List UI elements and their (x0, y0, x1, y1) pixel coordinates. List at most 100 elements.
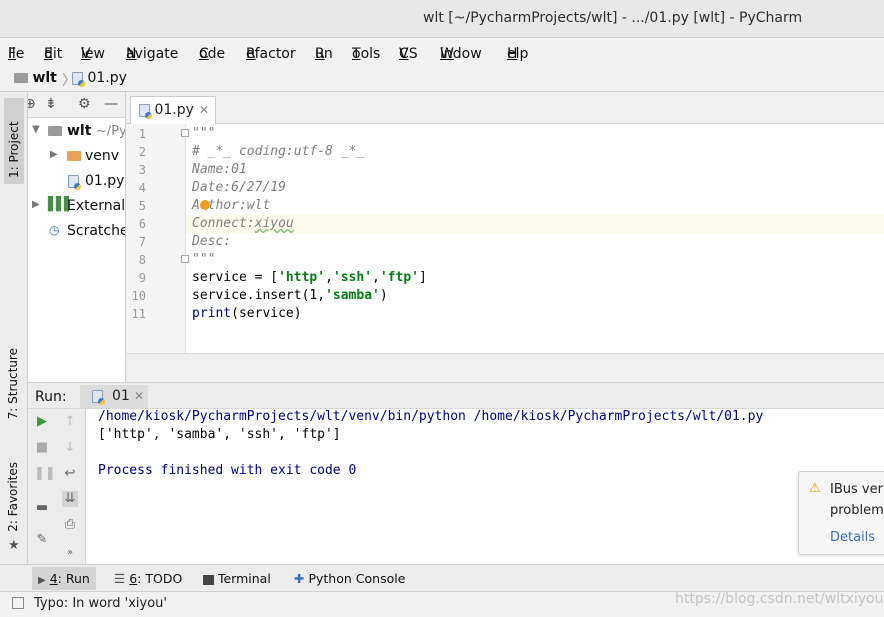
target-icon[interactable]: ⊕ (28, 96, 36, 112)
warning-icon: ⚠ (809, 481, 821, 496)
breadcrumb-file[interactable]: 01.py (72, 70, 127, 87)
notification-text: IBus ver (830, 482, 883, 497)
menu-bar: File Edit View Navigate Code Refactor Ru… (0, 38, 884, 64)
navigation-bar: wlt 〉 01.py (0, 64, 884, 92)
down-arrow-icon[interactable]: ↓ (62, 440, 78, 456)
breadcrumb-project[interactable]: wlt (14, 70, 57, 86)
tree-item-file[interactable]: 01.py (28, 170, 125, 194)
collapse-arrow-icon: ▶ (32, 199, 40, 210)
line-number: 7 (138, 235, 146, 249)
terminal-icon (203, 574, 214, 585)
notification-text: problem (830, 503, 884, 518)
soft-wrap-icon[interactable]: ↩ (62, 466, 78, 482)
collapse-arrow-icon: ▶ (50, 149, 58, 160)
tree-item-external-libraries[interactable]: ▶ ▌▌▌ External (28, 195, 125, 219)
up-arrow-icon[interactable]: ↑ (62, 414, 78, 430)
tree-item-scratches[interactable]: ◷ Scratche (28, 220, 125, 244)
line-number: 4 (138, 181, 146, 195)
tool-tab-project[interactable]: 1: Project (4, 98, 24, 184)
print-icon[interactable]: ⎙ (62, 517, 78, 533)
code-line: print(service) (192, 306, 302, 321)
python-file-icon (72, 71, 85, 87)
pause-icon[interactable]: ❚❚ (34, 466, 56, 482)
notification-balloon[interactable]: ⚠ IBus ver problem Details (798, 471, 884, 555)
code-editor[interactable]: 1 2 3 4 5 6 7 8 9 10 11 """ # _*_ coding… (126, 124, 884, 353)
code-line: # _*_ coding:utf-8 _*_ (192, 144, 365, 159)
code-line: """ (192, 252, 216, 267)
folder-icon (48, 126, 62, 136)
line-number: 8 (138, 253, 146, 267)
fold-marker-icon[interactable] (181, 129, 189, 137)
fold-marker-icon[interactable] (181, 255, 189, 263)
project-pane: ⊕ ⇟ ⚙ — ▼ wlt ~/Py ▶ venv 01.py ▶ ▌▌▌ Ex… (28, 92, 126, 382)
close-icon[interactable]: ✕ (199, 103, 209, 117)
typo-word: xiyou (254, 216, 294, 231)
line-number: 3 (138, 163, 146, 177)
run-toolbar: ▶ ↑ ■ ↓ ❚❚ ↩ ⇊ ▬ ⎙ ✎ » (28, 409, 86, 564)
line-number: 2 (138, 145, 146, 159)
code-line: service = ['http','ssh','ftp'] (192, 270, 427, 285)
status-message: Typo: In word 'xiyou' (34, 596, 167, 611)
close-icon[interactable]: ✕ (134, 389, 144, 403)
watermark: https://blog.csdn.net/wltxiyou (675, 591, 884, 607)
title-bar: wlt [~/PycharmProjects/wlt] - .../01.py … (0, 0, 884, 38)
python-file-icon (92, 390, 105, 405)
toggle-tool-windows-icon[interactable] (12, 597, 24, 609)
left-tool-strip: 1: Project 7: Structure 2: Favorites ★ (0, 92, 28, 564)
folder-icon (14, 73, 28, 83)
details-link[interactable]: Details (830, 530, 875, 545)
line-number: 1 (138, 127, 146, 141)
code-line: Date:6/27/19 (192, 180, 286, 195)
line-number: 6 (138, 217, 146, 231)
bottom-tool-bar: ▶ 4: Run ☰ 6: TODO Terminal ✚ Python Con… (0, 564, 884, 591)
tool-tab-todo[interactable]: ☰ 6: TODO (108, 567, 188, 590)
project-toolbar: ⊕ ⇟ ⚙ — (28, 92, 125, 118)
console-line: /home/kiosk/PycharmProjects/wlt/venv/bin… (98, 409, 764, 424)
run-panel-header: Run: 01 ✕ (28, 382, 884, 409)
editor-footer (126, 353, 884, 382)
layout-icon[interactable]: ▬ (34, 500, 50, 516)
hide-icon[interactable]: — (104, 96, 118, 112)
stop-icon[interactable]: ■ (34, 440, 50, 456)
line-number: 10 (131, 289, 146, 303)
tool-tab-run[interactable]: ▶ 4: Run (32, 567, 96, 590)
pin-icon[interactable]: ✎ (34, 532, 50, 548)
tool-tab-structure[interactable]: 7: Structure (6, 348, 20, 419)
console-line: Process finished with exit code 0 (98, 463, 357, 478)
favorites-star-icon: ★ (8, 538, 20, 553)
run-tab-01[interactable]: 01 ✕ (80, 385, 148, 408)
console-line: ['http', 'samba', 'ssh', 'ftp'] (98, 427, 341, 442)
editor-tab-01py[interactable]: 01.py ✕ (130, 96, 216, 124)
python-console-icon: ✚ (294, 571, 305, 586)
tool-tab-favorites[interactable]: 2: Favorites (6, 462, 20, 532)
tree-item-root[interactable]: ▼ wlt ~/Py (28, 120, 125, 144)
rerun-icon[interactable]: ▶ (34, 414, 50, 430)
run-label: Run: (35, 389, 67, 405)
python-file-icon (139, 103, 152, 119)
tool-tab-terminal[interactable]: Terminal (197, 567, 277, 590)
scroll-to-end-icon[interactable]: ⇊ (62, 491, 78, 507)
scratches-icon: ◷ (49, 223, 60, 237)
code-line: service.insert(1,'samba') (192, 288, 388, 303)
tool-tab-python-console[interactable]: ✚ Python Console (288, 567, 411, 590)
run-console[interactable]: /home/kiosk/PycharmProjects/wlt/venv/bin… (86, 409, 884, 564)
intention-bulb-icon[interactable] (200, 200, 210, 210)
expand-arrow-icon: ▼ (32, 124, 40, 135)
code-line: Name:01 (192, 162, 247, 177)
folder-icon (67, 151, 81, 161)
code-line: Connect:xiyou (192, 216, 294, 231)
run-icon: ▶ (38, 575, 46, 586)
code-line: """ (192, 126, 216, 141)
code-line: Desc: (192, 234, 232, 249)
gear-icon[interactable]: ⚙ (78, 96, 91, 112)
tree-item-venv[interactable]: ▶ venv (28, 145, 125, 169)
more-icon[interactable]: » (62, 545, 78, 561)
line-number: 5 (138, 199, 146, 213)
line-number: 11 (131, 307, 146, 321)
window-title: wlt [~/PycharmProjects/wlt] - .../01.py … (423, 10, 803, 26)
python-file-icon (68, 175, 81, 190)
collapse-all-icon[interactable]: ⇟ (45, 96, 57, 112)
line-number: 9 (138, 271, 146, 285)
editor-tab-bar: 01.py ✕ (126, 92, 884, 124)
list-icon: ☰ (114, 571, 126, 586)
